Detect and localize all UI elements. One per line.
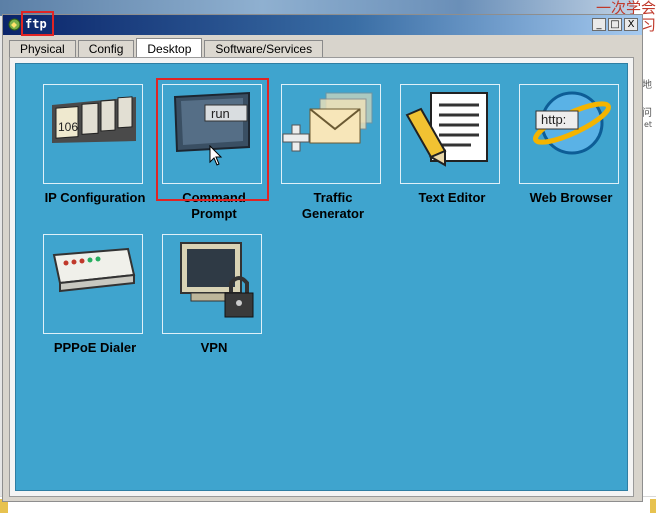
title-bar[interactable]: ftp _ □ X (3, 11, 642, 36)
ip-configuration-tile[interactable]: 106 (43, 84, 143, 184)
ip-configuration-icon: 106 (52, 96, 136, 143)
tab-physical[interactable]: Physical (9, 40, 76, 57)
app-label: Text Editor (418, 190, 486, 205)
tab-desktop[interactable]: Desktop (136, 38, 203, 58)
background-text: 问 (642, 108, 652, 119)
app-label: Web Browser (529, 190, 613, 205)
app-label: PPPoE Dialer (53, 340, 137, 355)
background-text: et (643, 120, 652, 129)
app-icon (8, 18, 21, 31)
desktop-area: 106 IP Configuration run Command Prompt … (15, 63, 628, 491)
maximize-button[interactable]: □ (608, 18, 622, 31)
vpn-icon (180, 242, 254, 318)
app-text-editor[interactable]: Text Editor (400, 84, 504, 206)
close-button[interactable]: X (624, 18, 638, 31)
app-ip-configuration[interactable]: 106 IP Configuration (43, 84, 147, 206)
app-vpn[interactable]: VPN (162, 234, 266, 356)
traffic-generator-icon (282, 92, 373, 152)
text-editor-icon (405, 92, 488, 167)
taskbar-item (650, 499, 656, 513)
app-web-browser[interactable]: http: Web Browser (519, 84, 623, 206)
web-browser-icon: http: (533, 91, 611, 155)
traffic-generator-tile[interactable] (281, 84, 381, 184)
command-prompt-highlight-box (156, 78, 269, 201)
app-label: IP Configuration (44, 190, 146, 205)
app-traffic-generator[interactable]: Traffic Generator (281, 84, 385, 222)
background-text: 地 (642, 80, 652, 91)
title-highlight-box (21, 11, 54, 36)
vpn-tile[interactable] (162, 234, 262, 334)
tab-software-services[interactable]: Software/Services (204, 40, 324, 57)
app-pppoe-dialer[interactable]: PPPoE Dialer (43, 234, 147, 356)
tab-bar: Physical Config Desktop Software/Service… (9, 37, 325, 58)
ip-icon-text: 106 (58, 120, 78, 134)
window-controls: _ □ X (592, 18, 638, 31)
tab-content: 106 IP Configuration run Command Prompt … (9, 57, 634, 497)
app-label: Traffic Generator (301, 190, 365, 221)
text-editor-tile[interactable] (400, 84, 500, 184)
pppoe-dialer-tile[interactable] (43, 234, 143, 334)
http-text: http: (541, 112, 566, 127)
tab-config[interactable]: Config (77, 40, 135, 57)
pppoe-dialer-icon (52, 247, 136, 293)
app-label: VPN (200, 340, 228, 355)
minimize-button[interactable]: _ (592, 18, 606, 31)
web-browser-tile[interactable]: http: (519, 84, 619, 184)
pc-window: ftp _ □ X Physical Config Desktop Softwa… (2, 11, 643, 502)
